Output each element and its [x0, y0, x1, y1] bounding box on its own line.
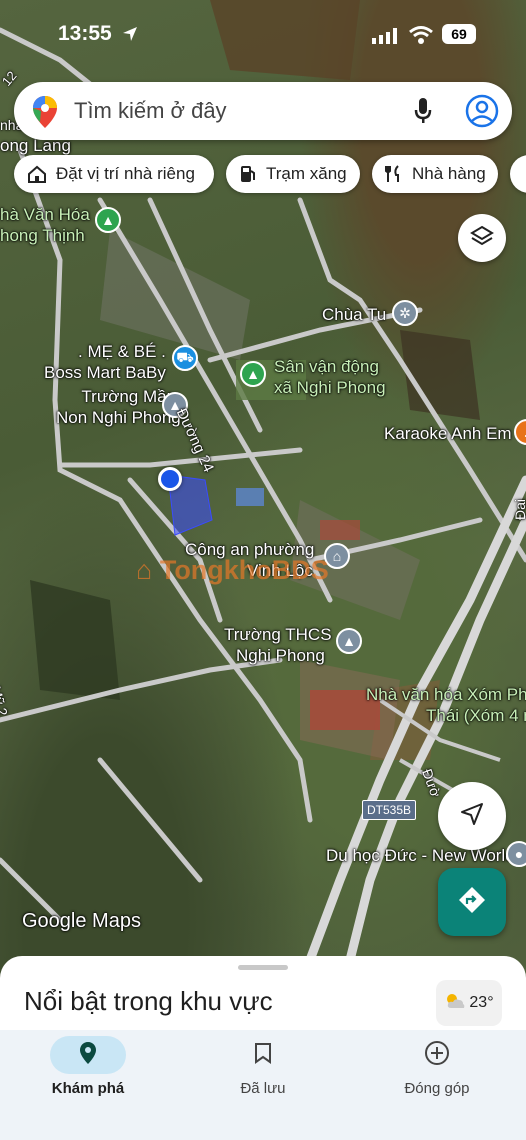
- map-label-du-hoc[interactable]: Du học Đức - New World: [326, 845, 515, 866]
- search-bar[interactable]: Tìm kiếm ở đây: [14, 82, 512, 140]
- map-label-line: Thái (Xóm 4 n: [426, 706, 526, 725]
- chip-label: Nhà hàng: [412, 164, 486, 183]
- wifi-icon: [408, 25, 434, 50]
- battery-indicator: 69: [442, 24, 476, 44]
- chip-more[interactable]: [510, 155, 526, 193]
- location-arrow-icon: [122, 26, 138, 42]
- watermark-house-icon: ⌂: [136, 555, 153, 585]
- nav-label: Đã lưu: [240, 1080, 286, 1097]
- search-placeholder[interactable]: Tìm kiếm ở đây: [74, 98, 227, 124]
- current-location-dot: [158, 467, 182, 491]
- chip-label: Đặt vị trí nhà riêng: [56, 164, 195, 183]
- my-location-button[interactable]: [438, 782, 506, 850]
- school-pin-icon[interactable]: ▲: [336, 628, 362, 654]
- layers-button[interactable]: [458, 214, 506, 262]
- chip-restaurant[interactable]: Nhà hàng: [372, 155, 498, 193]
- route-shield-dt535b: DT535B: [362, 800, 417, 820]
- navigation-arrow-icon: [460, 802, 484, 831]
- bookmark-icon: [254, 1042, 272, 1069]
- status-time: 13:55: [58, 22, 112, 45]
- signal-icon: [372, 28, 398, 49]
- category-chips: Đặt vị trí nhà riêng Trạm xăng Nhà hàng: [14, 155, 526, 195]
- chip-label: Trạm xăng: [266, 164, 347, 183]
- nav-icon-pill: [50, 1036, 126, 1074]
- status-bar: 13:55 69: [0, 18, 526, 54]
- map-label-nha-van-hoa-xom[interactable]: Nhà văn hóa Xóm Ph Thái (Xóm 4 n: [366, 684, 526, 726]
- watermark-logo: ⌂ TongkhoBDS: [136, 557, 329, 584]
- education-pin-icon[interactable]: ●: [506, 841, 526, 867]
- bottom-navigation: Khám phá Đã lưu Đóng góp: [0, 1030, 526, 1140]
- chip-set-home[interactable]: Đặt vị trí nhà riêng: [14, 155, 214, 193]
- restaurant-icon: [384, 163, 404, 185]
- map-label-truong-thcs[interactable]: Trường THCS Nghi Phong: [224, 624, 332, 666]
- map-label-line: Trường THCS: [224, 625, 332, 644]
- nav-icon-pill: [399, 1036, 475, 1074]
- google-maps-logo: Google Maps: [22, 910, 141, 932]
- map-label-line: Non Nghi Phong: [56, 408, 181, 427]
- map-label-san-van-dong[interactable]: Sân vận động xã Nghi Phong: [274, 356, 386, 398]
- nav-contribute[interactable]: Đóng góp: [362, 1030, 512, 1140]
- drag-handle[interactable]: [238, 965, 288, 970]
- shopping-pin-icon[interactable]: ⛟: [172, 345, 198, 371]
- map-label-line: hong Thịnh: [0, 226, 85, 245]
- map-label-line: . MẸ & BÉ .: [78, 342, 166, 361]
- map-label-chua-tu[interactable]: Chùa Tu: [322, 304, 386, 325]
- explore-pin-icon: [79, 1041, 97, 1070]
- account-icon[interactable]: [465, 94, 499, 133]
- nav-saved[interactable]: Đã lưu: [188, 1030, 338, 1140]
- temple-pin-icon[interactable]: ✲: [392, 300, 418, 326]
- sheet-title: Nổi bật trong khu vực: [24, 986, 273, 1016]
- temperature: 23°: [469, 994, 494, 1011]
- map-label-nha-van-hoa[interactable]: hà Văn Hóa hong Thịnh: [0, 204, 90, 246]
- map-label-line: Nhà văn hóa Xóm Ph: [366, 685, 526, 704]
- nav-label: Đóng góp: [404, 1080, 470, 1097]
- nav-explore[interactable]: Khám phá: [13, 1030, 163, 1140]
- nav-icon-pill: [225, 1036, 301, 1074]
- map-label-boss-mart[interactable]: . MẸ & BÉ . Boss Mart BaBy: [44, 341, 166, 383]
- map-label-line: hà Văn Hóa: [0, 205, 90, 224]
- layers-icon: [470, 224, 494, 253]
- directions-button[interactable]: [438, 868, 506, 936]
- chip-gas-station[interactable]: Trạm xăng: [226, 155, 360, 193]
- home-icon: [26, 163, 48, 185]
- directions-icon: [457, 885, 487, 920]
- microphone-icon[interactable]: [414, 97, 432, 130]
- nav-label: Khám phá: [51, 1080, 125, 1097]
- park-pin-icon[interactable]: ▲: [240, 361, 266, 387]
- google-maps-pin-icon: [32, 95, 58, 134]
- park-pin-icon[interactable]: ▲: [95, 207, 121, 233]
- map-label-line: Nghi Phong: [236, 646, 325, 665]
- weather-chip[interactable]: 23°: [436, 980, 502, 1026]
- map-label-karaoke[interactable]: Karaoke Anh Em: [384, 423, 512, 444]
- partly-cloudy-icon: [444, 992, 466, 1015]
- gas-station-icon: [238, 163, 258, 185]
- bottom-sheet[interactable]: Nổi bật trong khu vực 23°: [0, 956, 526, 1036]
- map-label-line: Sân vận động: [274, 357, 379, 376]
- watermark-text: TongkhoBDS: [159, 555, 329, 585]
- map-label-road-dai: Đại: [512, 498, 526, 520]
- map-label-line: Boss Mart BaBy: [44, 363, 166, 382]
- map-label-line: xã Nghi Phong: [274, 378, 386, 397]
- add-circle-icon: [424, 1040, 450, 1071]
